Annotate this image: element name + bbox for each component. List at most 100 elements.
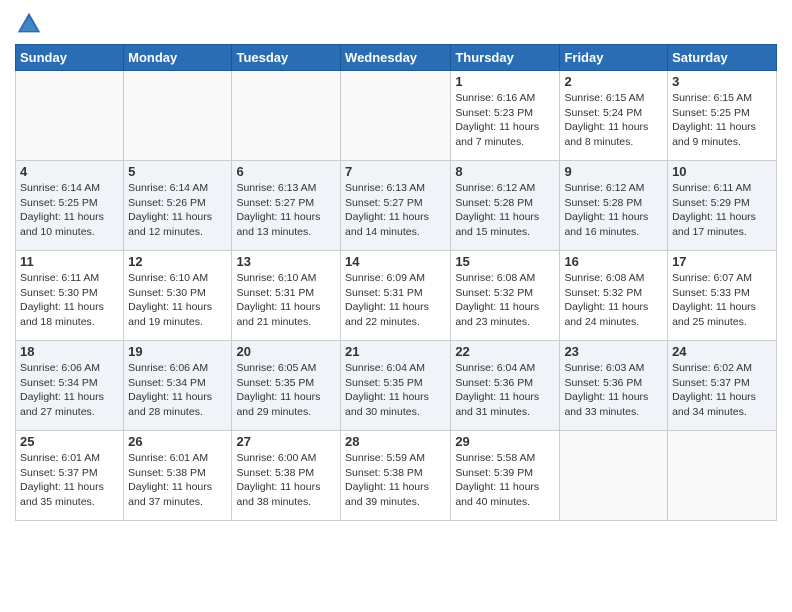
calendar-cell: 28 Sunrise: 5:59 AMSunset: 5:38 PMDayligh… <box>341 431 451 521</box>
day-info: Sunrise: 6:04 AMSunset: 5:36 PMDaylight:… <box>455 361 555 420</box>
day-info: Sunrise: 6:14 AMSunset: 5:25 PMDaylight:… <box>20 181 119 240</box>
calendar-table: SundayMondayTuesdayWednesdayThursdayFrid… <box>15 44 777 521</box>
calendar-cell: 13 Sunrise: 6:10 AMSunset: 5:31 PMDayligh… <box>232 251 341 341</box>
day-info: Sunrise: 6:11 AMSunset: 5:30 PMDaylight:… <box>20 271 119 330</box>
day-number: 29 <box>455 434 555 449</box>
day-info: Sunrise: 6:09 AMSunset: 5:31 PMDaylight:… <box>345 271 446 330</box>
day-info: Sunrise: 6:16 AMSunset: 5:23 PMDaylight:… <box>455 91 555 150</box>
day-number: 20 <box>236 344 336 359</box>
day-info: Sunrise: 6:15 AMSunset: 5:25 PMDaylight:… <box>672 91 772 150</box>
calendar-cell: 26 Sunrise: 6:01 AMSunset: 5:38 PMDayligh… <box>124 431 232 521</box>
day-number: 28 <box>345 434 446 449</box>
day-number: 9 <box>564 164 663 179</box>
logo <box>15 10 47 38</box>
day-info: Sunrise: 6:01 AMSunset: 5:37 PMDaylight:… <box>20 451 119 510</box>
day-number: 22 <box>455 344 555 359</box>
header <box>15 10 777 38</box>
day-number: 17 <box>672 254 772 269</box>
calendar-cell: 24 Sunrise: 6:02 AMSunset: 5:37 PMDayligh… <box>668 341 777 431</box>
calendar-week-3: 11 Sunrise: 6:11 AMSunset: 5:30 PMDayligh… <box>16 251 777 341</box>
calendar-cell: 4 Sunrise: 6:14 AMSunset: 5:25 PMDaylight… <box>16 161 124 251</box>
day-info: Sunrise: 6:01 AMSunset: 5:38 PMDaylight:… <box>128 451 227 510</box>
day-info: Sunrise: 6:03 AMSunset: 5:36 PMDaylight:… <box>564 361 663 420</box>
day-info: Sunrise: 6:13 AMSunset: 5:27 PMDaylight:… <box>236 181 336 240</box>
calendar-cell: 6Sunrise: 6:13 AMSunset: 5:27 PMDaylight… <box>232 161 341 251</box>
day-info: Sunrise: 6:08 AMSunset: 5:32 PMDaylight:… <box>564 271 663 330</box>
day-info: Sunrise: 6:13 AMSunset: 5:27 PMDaylight:… <box>345 181 446 240</box>
day-info: Sunrise: 6:06 AMSunset: 5:34 PMDaylight:… <box>128 361 227 420</box>
day-info: Sunrise: 6:14 AMSunset: 5:26 PMDaylight:… <box>128 181 227 240</box>
day-number: 27 <box>236 434 336 449</box>
calendar-cell: 10 Sunrise: 6:11 AMSunset: 5:29 PMDayligh… <box>668 161 777 251</box>
calendar-cell <box>560 431 668 521</box>
day-info: Sunrise: 6:10 AMSunset: 5:31 PMDaylight:… <box>236 271 336 330</box>
calendar-header-thursday: Thursday <box>451 45 560 71</box>
calendar-week-4: 18 Sunrise: 6:06 AMSunset: 5:34 PMDayligh… <box>16 341 777 431</box>
day-info: Sunrise: 6:02 AMSunset: 5:37 PMDaylight:… <box>672 361 772 420</box>
calendar-cell: 12 Sunrise: 6:10 AMSunset: 5:30 PMDayligh… <box>124 251 232 341</box>
day-number: 24 <box>672 344 772 359</box>
day-number: 7 <box>345 164 446 179</box>
day-info: Sunrise: 6:10 AMSunset: 5:30 PMDaylight:… <box>128 271 227 330</box>
day-number: 3 <box>672 74 772 89</box>
day-number: 13 <box>236 254 336 269</box>
calendar-cell: 21 Sunrise: 6:04 AMSunset: 5:35 PMDayligh… <box>341 341 451 431</box>
calendar-cell: 8 Sunrise: 6:12 AMSunset: 5:28 PMDaylight… <box>451 161 560 251</box>
calendar-week-1: 1 Sunrise: 6:16 AMSunset: 5:23 PMDaylight… <box>16 71 777 161</box>
day-info: Sunrise: 6:06 AMSunset: 5:34 PMDaylight:… <box>20 361 119 420</box>
day-info: Sunrise: 6:08 AMSunset: 5:32 PMDaylight:… <box>455 271 555 330</box>
day-info: Sunrise: 6:15 AMSunset: 5:24 PMDaylight:… <box>564 91 663 150</box>
calendar-cell: 20 Sunrise: 6:05 AMSunset: 5:35 PMDayligh… <box>232 341 341 431</box>
calendar-cell: 17 Sunrise: 6:07 AMSunset: 5:33 PMDayligh… <box>668 251 777 341</box>
day-number: 18 <box>20 344 119 359</box>
calendar-cell <box>232 71 341 161</box>
calendar-cell: 9 Sunrise: 6:12 AMSunset: 5:28 PMDaylight… <box>560 161 668 251</box>
day-number: 1 <box>455 74 555 89</box>
day-number: 21 <box>345 344 446 359</box>
day-info: Sunrise: 6:05 AMSunset: 5:35 PMDaylight:… <box>236 361 336 420</box>
calendar-header-wednesday: Wednesday <box>341 45 451 71</box>
calendar-header-sunday: Sunday <box>16 45 124 71</box>
day-number: 11 <box>20 254 119 269</box>
day-info: Sunrise: 6:11 AMSunset: 5:29 PMDaylight:… <box>672 181 772 240</box>
calendar-cell: 25 Sunrise: 6:01 AMSunset: 5:37 PMDayligh… <box>16 431 124 521</box>
calendar-cell: 1 Sunrise: 6:16 AMSunset: 5:23 PMDaylight… <box>451 71 560 161</box>
day-info: Sunrise: 6:12 AMSunset: 5:28 PMDaylight:… <box>455 181 555 240</box>
day-number: 12 <box>128 254 227 269</box>
calendar-cell: 29 Sunrise: 5:58 AMSunset: 5:39 PMDayligh… <box>451 431 560 521</box>
day-info: Sunrise: 6:07 AMSunset: 5:33 PMDaylight:… <box>672 271 772 330</box>
calendar-cell: 22 Sunrise: 6:04 AMSunset: 5:36 PMDayligh… <box>451 341 560 431</box>
day-info: Sunrise: 6:12 AMSunset: 5:28 PMDaylight:… <box>564 181 663 240</box>
day-number: 5 <box>128 164 227 179</box>
calendar-header-saturday: Saturday <box>668 45 777 71</box>
calendar-week-5: 25 Sunrise: 6:01 AMSunset: 5:37 PMDayligh… <box>16 431 777 521</box>
day-number: 8 <box>455 164 555 179</box>
day-number: 25 <box>20 434 119 449</box>
day-info: Sunrise: 5:59 AMSunset: 5:38 PMDaylight:… <box>345 451 446 510</box>
calendar-header-monday: Monday <box>124 45 232 71</box>
calendar-header: SundayMondayTuesdayWednesdayThursdayFrid… <box>16 45 777 71</box>
day-number: 10 <box>672 164 772 179</box>
calendar-header-tuesday: Tuesday <box>232 45 341 71</box>
day-info: Sunrise: 5:58 AMSunset: 5:39 PMDaylight:… <box>455 451 555 510</box>
calendar-cell: 2Sunrise: 6:15 AMSunset: 5:24 PMDaylight… <box>560 71 668 161</box>
day-number: 26 <box>128 434 227 449</box>
day-info: Sunrise: 6:04 AMSunset: 5:35 PMDaylight:… <box>345 361 446 420</box>
day-number: 4 <box>20 164 119 179</box>
calendar-cell: 23Sunrise: 6:03 AMSunset: 5:36 PMDayligh… <box>560 341 668 431</box>
logo-icon <box>15 10 43 38</box>
calendar-cell: 18 Sunrise: 6:06 AMSunset: 5:34 PMDayligh… <box>16 341 124 431</box>
day-number: 19 <box>128 344 227 359</box>
calendar-cell <box>341 71 451 161</box>
calendar-cell <box>16 71 124 161</box>
calendar-cell <box>668 431 777 521</box>
calendar-cell: 3 Sunrise: 6:15 AMSunset: 5:25 PMDaylight… <box>668 71 777 161</box>
calendar-week-2: 4 Sunrise: 6:14 AMSunset: 5:25 PMDaylight… <box>16 161 777 251</box>
calendar-cell: 7 Sunrise: 6:13 AMSunset: 5:27 PMDaylight… <box>341 161 451 251</box>
calendar-cell: 19 Sunrise: 6:06 AMSunset: 5:34 PMDayligh… <box>124 341 232 431</box>
calendar-cell <box>124 71 232 161</box>
calendar-cell: 14Sunrise: 6:09 AMSunset: 5:31 PMDayligh… <box>341 251 451 341</box>
calendar-cell: 27 Sunrise: 6:00 AMSunset: 5:38 PMDayligh… <box>232 431 341 521</box>
day-number: 15 <box>455 254 555 269</box>
day-info: Sunrise: 6:00 AMSunset: 5:38 PMDaylight:… <box>236 451 336 510</box>
